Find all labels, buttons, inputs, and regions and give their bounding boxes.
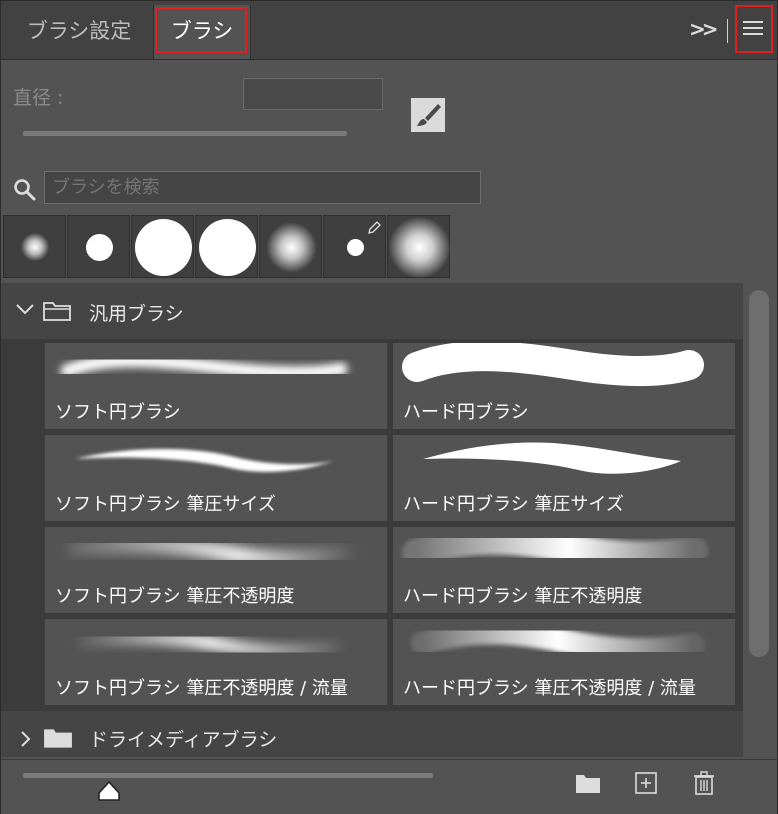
search-icon (13, 178, 37, 202)
expand-panel-icon[interactable]: >> (689, 17, 718, 41)
brush-list: 汎用ブラシ ソフト円ブラシ ハード円ブラシ ソフト円ブラシ 筆圧サイズ ハード円… (1, 283, 743, 757)
divider (727, 19, 728, 43)
recent-brush-hard-small[interactable] (323, 215, 386, 278)
search-input[interactable] (44, 171, 481, 204)
scrollbar-thumb[interactable] (749, 290, 769, 657)
brush-preset[interactable]: ハード円ブラシ (392, 342, 736, 430)
highlight-box-menu (735, 5, 773, 53)
diameter-input[interactable] (243, 78, 383, 110)
brush-preset-label: ハード円ブラシ (403, 402, 529, 423)
brush-preset[interactable]: ハード円ブラシ 筆圧サイズ (392, 434, 736, 522)
brush-group-header[interactable]: ドライメディアブラシ (1, 711, 743, 757)
brush-preset-label: ハード円ブラシ 筆圧サイズ (403, 494, 624, 515)
brush-preset[interactable]: ソフト円ブラシ 筆圧サイズ (44, 434, 388, 522)
recent-brush-soft-small[interactable] (3, 215, 66, 278)
brush-preset-label: ソフト円ブラシ 筆圧不透明度 / 流量 (55, 678, 348, 699)
brush-preset-label: ソフト円ブラシ 筆圧不透明度 (55, 586, 295, 607)
brush-preset-label: ソフト円ブラシ 筆圧サイズ (55, 494, 276, 515)
pencil-icon (368, 221, 381, 234)
recent-brush-hard-large[interactable] (131, 215, 194, 278)
preview-size-slider[interactable] (23, 773, 433, 778)
recent-brush-soft-medium[interactable] (259, 215, 322, 278)
new-brush-icon[interactable] (633, 770, 659, 796)
chevron-down-icon[interactable] (15, 299, 35, 324)
brush-group-header[interactable]: 汎用ブラシ (1, 283, 743, 339)
recent-brush-hard-medium[interactable] (67, 215, 130, 278)
brush-preset[interactable]: ソフト円ブラシ 筆圧不透明度 (44, 526, 388, 614)
tab-bar: ブラシ設定 ブラシ >> (1, 1, 777, 60)
brush-preset[interactable]: ソフト円ブラシ (44, 342, 388, 430)
chevron-right-icon[interactable] (15, 729, 35, 754)
diameter-label: 直径 : (13, 87, 64, 109)
group-title: 汎用ブラシ (89, 303, 184, 325)
recent-brush-soft-large[interactable] (387, 215, 450, 278)
highlight-box-tab (155, 7, 247, 53)
brush-preset-label: ソフト円ブラシ (55, 402, 181, 423)
folder-icon (43, 302, 71, 321)
new-group-icon[interactable] (575, 770, 601, 796)
brush-panel: ブラシ設定 ブラシ >> 直径 : ブラシを検索 汎用ブラシ ソフト円ブラシ ハ… (0, 0, 778, 814)
tab-brush-settings[interactable]: ブラシ設定 (9, 5, 149, 59)
brush-preset[interactable]: ソフト円ブラシ 筆圧不透明度 / 流量 (44, 618, 388, 706)
brush-preset-label: ハード円ブラシ 筆圧不透明度 / 流量 (403, 678, 696, 699)
brush-preset[interactable]: ハード円ブラシ 筆圧不透明度 / 流量 (392, 618, 736, 706)
brush-preset[interactable]: ハード円ブラシ 筆圧不透明度 (392, 526, 736, 614)
trash-icon[interactable] (691, 770, 717, 796)
folder-icon (44, 729, 72, 748)
brush-preset-label: ハード円ブラシ 筆圧不透明度 (403, 586, 643, 607)
recent-brush-hard-large[interactable] (195, 215, 258, 278)
diameter-slider[interactable] (23, 131, 347, 136)
brush-tool-icon[interactable] (411, 98, 445, 132)
slider-thumb[interactable] (97, 779, 121, 803)
group-title: ドライメディアブラシ (89, 729, 278, 751)
